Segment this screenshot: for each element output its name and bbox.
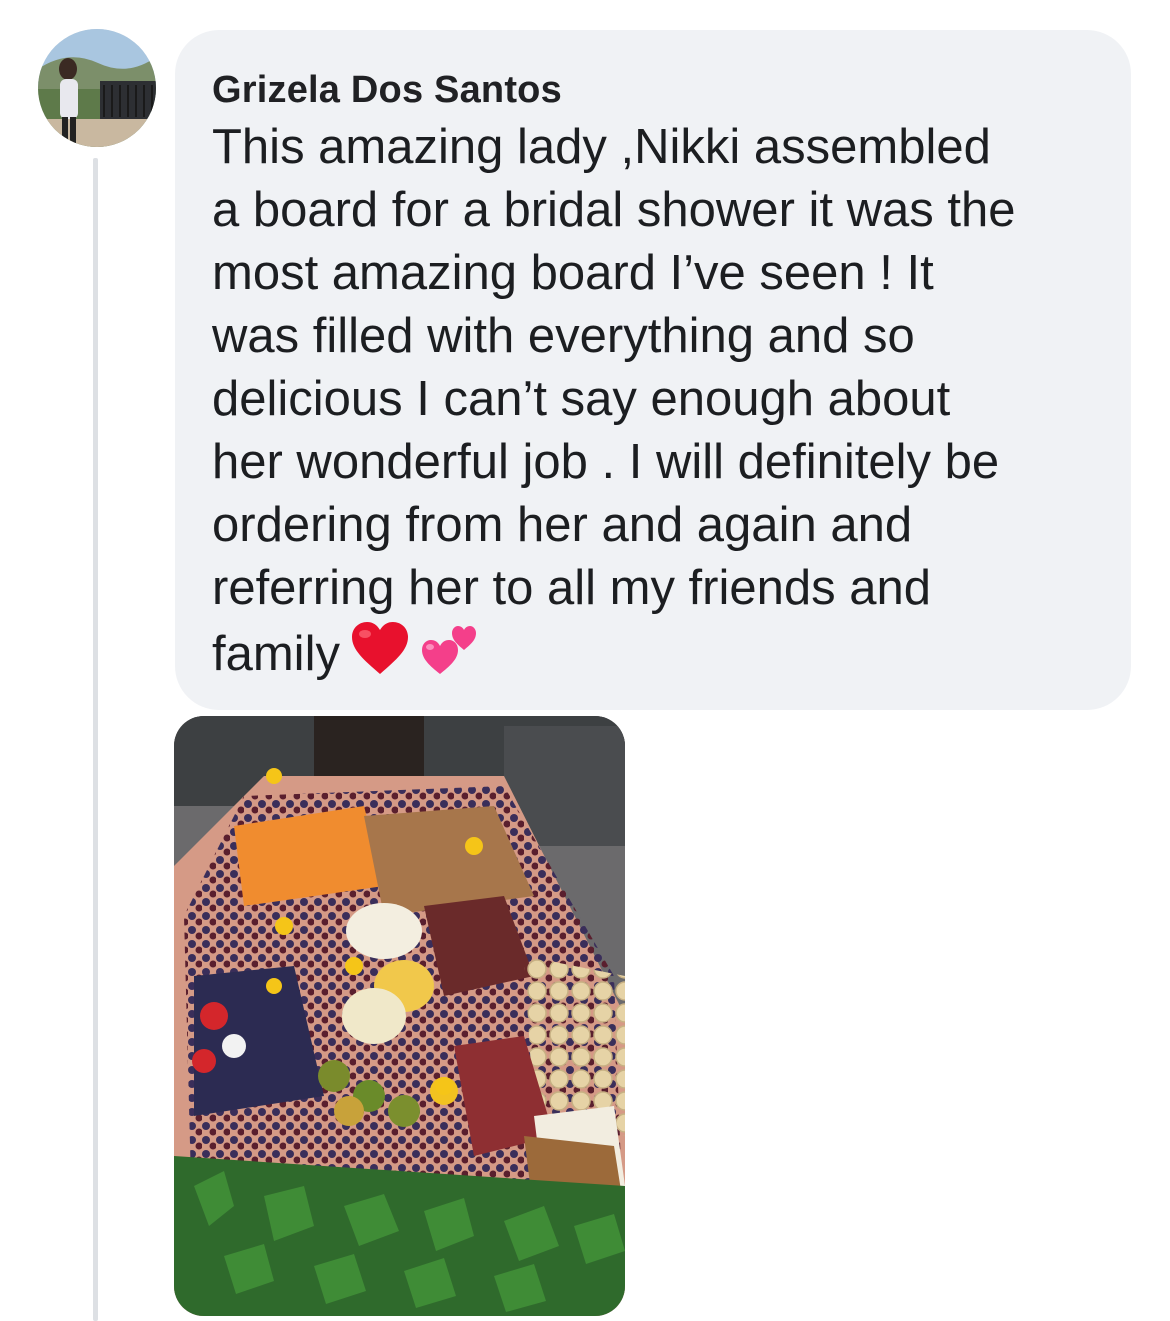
thread-line — [93, 158, 98, 1321]
comment-author-name[interactable]: Grizela Dos Santos — [212, 66, 1101, 114]
charcuterie-board-image — [174, 716, 625, 1316]
comment-bubble: Grizela Dos Santos This amazing lady ,Ni… — [175, 30, 1131, 710]
avatar[interactable] — [38, 29, 156, 147]
two-hearts-emoji — [420, 620, 478, 692]
attached-photo[interactable] — [174, 716, 625, 1316]
comment-body: This amazing lady ,Nikki assembled a boa… — [212, 116, 1101, 692]
avatar-photo — [38, 29, 156, 147]
comment-text: This amazing lady ,Nikki assembled a boa… — [212, 120, 1016, 681]
red-heart-emoji — [350, 620, 410, 692]
